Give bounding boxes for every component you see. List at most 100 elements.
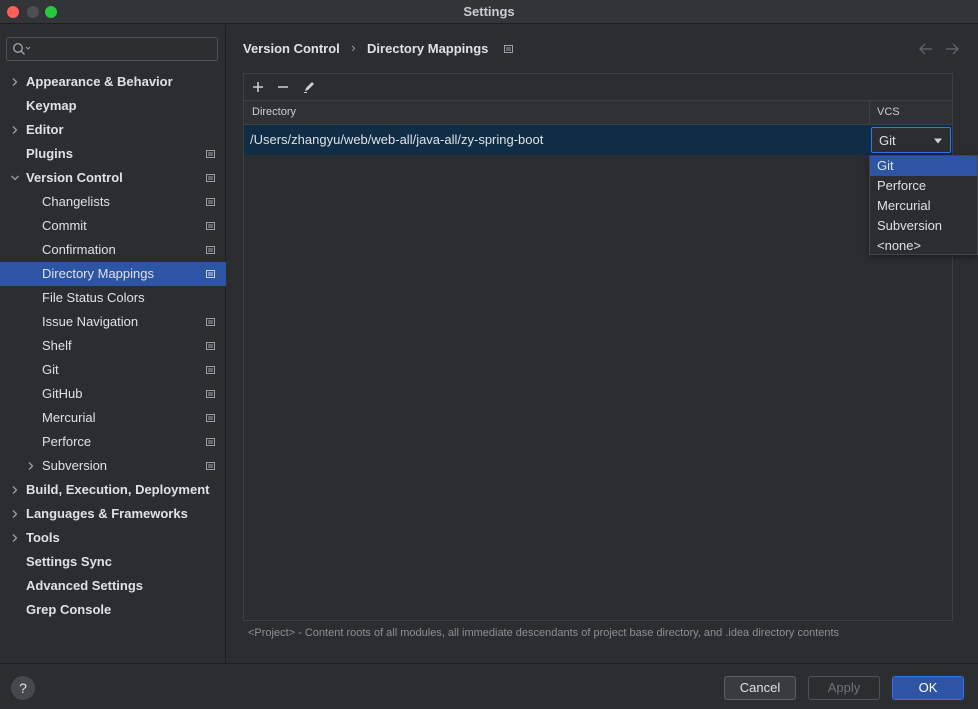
sidebar-item-grep-console[interactable]: Grep Console [0, 598, 226, 622]
sidebar-item-commit[interactable]: Commit [0, 214, 226, 238]
sidebar-item-plugins[interactable]: Plugins [0, 142, 226, 166]
sidebar-item-label: Confirmation [42, 242, 116, 257]
search-box[interactable] [6, 37, 218, 61]
breadcrumb: Version Control › Directory Mappings [243, 40, 514, 60]
sidebar-item-label: Tools [26, 530, 60, 545]
project-scope-icon [504, 44, 514, 53]
sidebar-item-label: Languages & Frameworks [26, 506, 188, 521]
arrow-right-icon[interactable] [944, 42, 960, 56]
apply-button[interactable]: Apply [808, 676, 880, 700]
chevron-down-icon[interactable] [10, 173, 20, 183]
sidebar-item-label: Plugins [26, 146, 73, 161]
project-scope-icon [206, 174, 215, 182]
column-divider[interactable] [869, 101, 870, 125]
vcs-option[interactable]: Subversion [870, 216, 977, 236]
breadcrumb-current: Directory Mappings [367, 41, 489, 57]
sidebar-item-tools[interactable]: Tools [0, 526, 226, 550]
add-icon[interactable] [250, 79, 266, 95]
footnote-text: <Project> - Content roots of all modules… [248, 627, 840, 639]
chevron-right-icon[interactable] [10, 485, 20, 495]
help-button[interactable]: ? [11, 676, 35, 700]
edit-icon[interactable] [301, 79, 317, 95]
sidebar-item-label: Settings Sync [26, 554, 112, 569]
vcs-dropdown-list: Git Perforce Mercurial Subversion <none> [869, 155, 978, 255]
chevron-down-icon [934, 138, 942, 144]
project-scope-icon [206, 438, 215, 446]
sidebar-item-label: Version Control [26, 170, 123, 185]
search-input[interactable] [33, 40, 213, 58]
column-header-vcs[interactable]: VCS [877, 106, 900, 118]
sidebar-item-label: Build, Execution, Deployment [26, 482, 210, 497]
settings-tree: Appearance & Behavior Keymap Editor Plugins… [0, 70, 226, 622]
sidebar-item-shelf[interactable]: Shelf [0, 334, 226, 358]
project-scope-icon [206, 318, 215, 326]
search-icon [12, 42, 31, 55]
column-header-directory[interactable]: Directory [252, 106, 296, 118]
sidebar-item-label: File Status Colors [42, 290, 145, 305]
breadcrumb-separator: › [351, 40, 356, 55]
chevron-right-icon[interactable] [26, 461, 36, 471]
sidebar-item-keymap[interactable]: Keymap [0, 94, 226, 118]
directory-cell[interactable]: /Users/zhangyu/web/web-all/java-all/zy-s… [250, 132, 543, 147]
project-scope-icon [206, 366, 215, 374]
sidebar-item-version-control[interactable]: Version Control [0, 166, 226, 190]
sidebar-item-label: Grep Console [26, 602, 112, 617]
chevron-right-icon[interactable] [10, 533, 20, 543]
project-scope-icon [206, 414, 215, 422]
sidebar-item-label: Shelf [42, 338, 72, 353]
sidebar-item-label: Mercurial [42, 410, 96, 425]
dialog-button-bar: ? Cancel Apply OK [0, 663, 978, 709]
sidebar-item-subversion[interactable]: Subversion [0, 454, 226, 478]
sidebar-item-languages-frameworks[interactable]: Languages & Frameworks [0, 502, 226, 526]
vcs-option[interactable]: Mercurial [870, 196, 977, 216]
sidebar-item-label: Changelists [42, 194, 110, 209]
vcs-option[interactable]: <none> [870, 236, 977, 256]
sidebar-item-file-status-colors[interactable]: File Status Colors [0, 286, 226, 310]
sidebar-item-changelists[interactable]: Changelists [0, 190, 226, 214]
project-scope-icon [206, 342, 215, 350]
breadcrumb-parent[interactable]: Version Control [243, 41, 340, 56]
chevron-right-icon[interactable] [10, 125, 20, 135]
chevron-right-icon[interactable] [10, 77, 20, 87]
sidebar-item-perforce[interactable]: Perforce [0, 430, 226, 454]
chevron-right-icon[interactable] [10, 509, 20, 519]
sidebar-item-label: Appearance & Behavior [26, 74, 173, 89]
sidebar-item-directory-mappings[interactable]: Directory Mappings [0, 262, 226, 286]
sidebar-item-appearance-behavior[interactable]: Appearance & Behavior [0, 70, 226, 94]
project-scope-icon [206, 390, 215, 398]
sidebar-item-label: GitHub [42, 386, 83, 401]
sidebar-item-label: Perforce [42, 434, 92, 449]
directory-mappings-panel: Directory VCS /Users/zhangyu/web/web-all… [243, 73, 953, 621]
arrow-left-icon[interactable] [918, 42, 934, 56]
sidebar-item-git[interactable]: Git [0, 358, 226, 382]
sidebar-item-label: Keymap [26, 98, 77, 113]
sidebar-item-label: Issue Navigation [42, 314, 139, 329]
sidebar-item-label: Editor [26, 122, 64, 137]
project-scope-icon [206, 222, 215, 230]
settings-sidebar: Appearance & Behavior Keymap Editor Plugins… [0, 25, 226, 663]
sidebar-item-settings-sync[interactable]: Settings Sync [0, 550, 226, 574]
sidebar-item-editor[interactable]: Editor [0, 118, 226, 142]
project-scope-icon [206, 462, 215, 470]
vcs-option[interactable]: Perforce [870, 176, 977, 196]
table-toolbar [244, 74, 952, 100]
sidebar-item-label: Directory Mappings [42, 266, 154, 281]
sidebar-item-label: Advanced Settings [26, 578, 144, 593]
table-row[interactable]: /Users/zhangyu/web/web-all/java-all/zy-s… [244, 125, 952, 155]
sidebar-item-advanced-settings[interactable]: Advanced Settings [0, 574, 226, 598]
project-scope-icon [206, 270, 215, 278]
sidebar-item-confirmation[interactable]: Confirmation [0, 238, 226, 262]
sidebar-item-label: Commit [42, 218, 87, 233]
sidebar-item-github[interactable]: GitHub [0, 382, 226, 406]
sidebar-item-build-execution-deployment[interactable]: Build, Execution, Deployment [0, 478, 226, 502]
vcs-option[interactable]: Git [870, 156, 977, 176]
window-title: Settings [463, 4, 515, 19]
cancel-button[interactable]: Cancel [724, 676, 796, 700]
title-bar: Settings [0, 0, 978, 24]
vcs-select[interactable]: Git [871, 127, 951, 153]
sidebar-item-issue-navigation[interactable]: Issue Navigation [0, 310, 226, 334]
remove-icon[interactable] [275, 79, 291, 95]
sidebar-item-mercurial[interactable]: Mercurial [0, 406, 226, 430]
ok-button[interactable]: OK [892, 676, 964, 700]
project-scope-icon [206, 150, 215, 158]
